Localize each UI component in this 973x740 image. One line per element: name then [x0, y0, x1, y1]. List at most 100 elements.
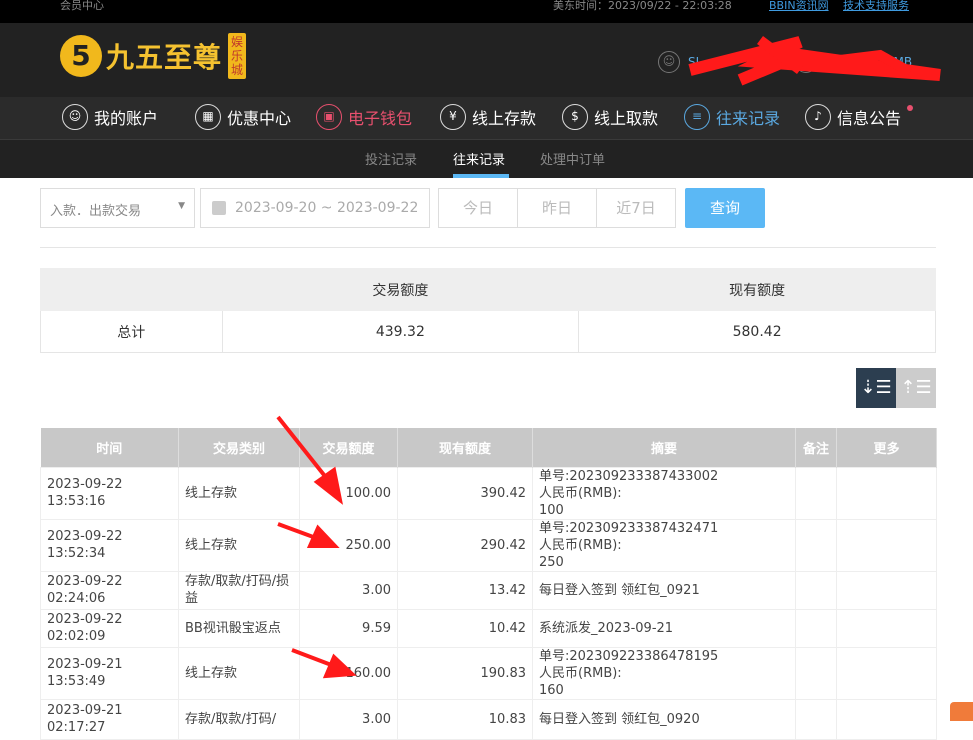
balance-cell: 390.42 [397, 466, 533, 520]
time-cell: 2023-09-21 13:53:49 [40, 646, 179, 700]
logo-badge: 娱乐城 [228, 33, 247, 79]
nav-label: 信息公告 [837, 109, 902, 128]
balance-cell: 290.42 [397, 518, 533, 572]
table-row: 2023-09-21 13:53:49 线上存款 160.00 190.83 单号:20… [40, 646, 937, 700]
column-header: 现有额度 [397, 428, 533, 467]
summary-table: 交易额度 现有额度 总计 439.32 580.42 [40, 268, 936, 353]
column-header: 摘要 [532, 428, 796, 467]
tech-support-link[interactable]: 技术支持服务 [843, 0, 909, 13]
yesterday-button[interactable]: 昨日 [517, 188, 597, 228]
note-cell [795, 698, 837, 740]
balance: RMB [885, 55, 913, 69]
sort-desc-button[interactable]: ⇣☰ [856, 368, 896, 408]
nav-announcements[interactable]: ♪ 信息公告 [805, 104, 914, 130]
column-header: 更多 [836, 428, 937, 467]
nav-label: 往来记录 [716, 109, 781, 128]
balance-cell: 10.42 [397, 608, 533, 648]
withdraw-icon: $ [562, 104, 588, 130]
time-cell: 2023-09-22 02:24:06 [40, 570, 179, 610]
sort-asc-button[interactable]: ⇡☰ [896, 368, 936, 408]
amount-cell: 9.59 [299, 608, 398, 648]
user-icon: ☺ [658, 51, 680, 73]
gift-icon: ▦ [195, 104, 221, 130]
amount-cell: 3.00 [299, 570, 398, 610]
transaction-type-select[interactable]: 入款．出款交易 ▼ [40, 188, 195, 228]
column-header: 交易额度 [299, 428, 398, 467]
calendar-icon [212, 201, 226, 215]
summary-header [40, 268, 223, 311]
note-cell [795, 466, 837, 520]
logo-mark: 5 [60, 35, 102, 77]
divider [40, 247, 936, 248]
tab-pending-orders[interactable]: 处理中订单 [540, 149, 605, 168]
column-header: 时间 [40, 428, 179, 467]
nav-promotions[interactable]: ▦ 优惠中心 [195, 104, 291, 130]
table-row: 2023-09-22 02:24:06 存款/取款/打码/损益 3.00 13.42 每… [40, 570, 937, 610]
time-cell: 2023-09-22 02:02:09 [40, 608, 179, 648]
more-cell[interactable] [836, 646, 937, 700]
summary-cell: 单号:202309233387432471 人民币(RMB): 250 [532, 518, 796, 572]
summary-amount: 439.32 [221, 310, 580, 353]
summary-header: 交易额度 [221, 268, 580, 311]
nav-online-deposit[interactable]: ¥ 线上存款 [440, 104, 536, 130]
nav-label: 我的账户 [94, 109, 159, 128]
last-7-days-button[interactable]: 近7日 [596, 188, 676, 228]
date-range-input[interactable]: 2023-09-20 ~ 2023-09-22 [200, 188, 430, 228]
nav-label: 线上存款 [472, 109, 537, 128]
type-cell: 存款/取款/打码/ [178, 698, 300, 740]
type-cell: 存款/取款/打码/损益 [178, 570, 300, 610]
query-button[interactable]: 查询 [685, 188, 765, 228]
type-cell: 线上存款 [178, 466, 300, 520]
time-cell: 2023-09-21 02:17:27 [40, 698, 179, 740]
note-cell [795, 518, 837, 572]
amount-cell: 160.00 [299, 646, 398, 700]
date-range-value: 2023-09-20 ~ 2023-09-22 [235, 200, 419, 216]
user-info: ☺ SI $ RMB [658, 51, 912, 73]
amount-cell: 3.00 [299, 698, 398, 740]
summary-label: 总计 [40, 310, 223, 353]
column-header: 交易类别 [178, 428, 300, 467]
nav-transaction-records[interactable]: ≡ 往来记录 [684, 104, 780, 130]
today-button[interactable]: 今日 [438, 188, 518, 228]
more-cell[interactable] [836, 466, 937, 520]
more-cell[interactable] [836, 570, 937, 610]
note-cell [795, 608, 837, 648]
nav-my-account[interactable]: ☺ 我的账户 [62, 104, 158, 130]
table-row: 2023-09-21 02:17:27 存款/取款/打码/3.00 10.83 每日登… [40, 698, 937, 740]
balance-cell: 190.83 [397, 646, 533, 700]
table-row: 2023-09-22 13:53:16 线上存款 100.00 390.42 单号:20… [40, 466, 937, 520]
tab-transaction-records[interactable]: 往来记录 [453, 149, 505, 168]
sub-nav: 投注记录 往来记录 处理中订单 [0, 140, 973, 178]
type-cell: BB视讯骰宝返点 [178, 608, 300, 648]
bell-icon: ♪ [805, 104, 831, 130]
nav-label: 电子钱包 [348, 109, 413, 128]
more-cell[interactable] [836, 698, 937, 740]
caret-down-icon: ▼ [178, 201, 185, 211]
amount-cell: 100.00 [299, 466, 398, 520]
logo-text: 九五至尊 [106, 41, 223, 74]
summary-header: 现有额度 [578, 268, 936, 311]
user-icon: ☺ [62, 104, 88, 130]
member-center-label: 会员中心 [60, 0, 104, 12]
logo[interactable]: 5 九五至尊 娱乐城 [60, 33, 247, 79]
deposit-icon: ¥ [440, 104, 466, 130]
top-bar: 会员中心 美东时间：2023/09/22 - 22:03:28 BBIN资讯网 … [0, 0, 973, 23]
more-cell[interactable] [836, 608, 937, 648]
transactions-table: 时间 交易类别 交易额度 现有额度 摘要 备注 更多 2023-09-22 13:53:16… [40, 428, 937, 740]
floating-widget[interactable] [950, 702, 973, 721]
username[interactable]: SI [688, 55, 699, 69]
nav-label: 优惠中心 [227, 109, 292, 128]
bbin-news-link[interactable]: BBIN资讯网 [769, 0, 829, 13]
records-icon: ≡ [684, 104, 710, 130]
note-cell [795, 570, 837, 610]
dollar-icon: $ [795, 51, 818, 73]
table-row: 2023-09-22 13:52:34 线上存款 250.00 290.42 单号:20… [40, 518, 937, 572]
select-value: 入款．出款交易 [50, 204, 142, 219]
nav-e-wallet[interactable]: ▣ 电子钱包 [316, 104, 412, 130]
nav-online-withdraw[interactable]: $ 线上取款 [562, 104, 658, 130]
tab-bet-records[interactable]: 投注记录 [365, 149, 417, 168]
time-cell: 2023-09-22 13:53:16 [40, 466, 179, 520]
more-cell[interactable] [836, 518, 937, 572]
summary-cell: 单号:202309223386478195 人民币(RMB): 160 [532, 646, 796, 700]
balance-cell: 13.42 [397, 570, 533, 610]
